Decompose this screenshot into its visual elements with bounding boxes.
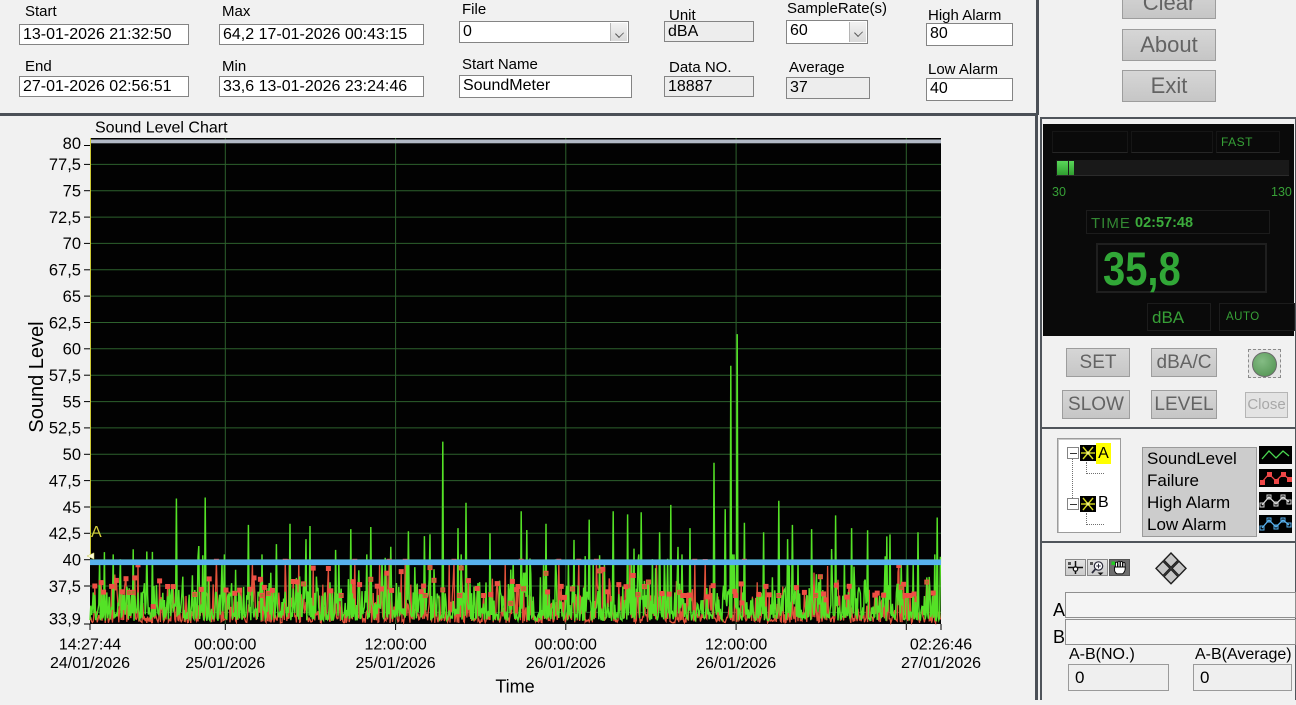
svg-text:26/01/2026: 26/01/2026 — [696, 655, 776, 672]
svg-text:50: 50 — [63, 446, 81, 464]
svg-text:24/01/2026: 24/01/2026 — [50, 655, 130, 672]
svg-text:27/01/2026: 27/01/2026 — [901, 655, 981, 672]
svg-text:02:26:46: 02:26:46 — [910, 637, 972, 654]
svg-text:25/01/2026: 25/01/2026 — [356, 655, 436, 672]
svg-text:62,5: 62,5 — [49, 314, 81, 332]
svg-text:75: 75 — [63, 183, 81, 201]
svg-text:65: 65 — [63, 288, 81, 306]
svg-text:60: 60 — [63, 341, 81, 359]
svg-text:26/01/2026: 26/01/2026 — [526, 655, 606, 672]
svg-text:42,5: 42,5 — [49, 525, 81, 543]
svg-text:00:00:00: 00:00:00 — [194, 637, 256, 654]
svg-text:70: 70 — [63, 235, 81, 253]
svg-text:72,5: 72,5 — [49, 209, 81, 227]
svg-text:00:00:00: 00:00:00 — [535, 637, 597, 654]
svg-text:55: 55 — [63, 393, 81, 411]
svg-text:37,5: 37,5 — [49, 578, 81, 596]
svg-text:52,5: 52,5 — [49, 420, 81, 438]
svg-text:67,5: 67,5 — [49, 262, 81, 280]
svg-text:25/01/2026: 25/01/2026 — [185, 655, 265, 672]
svg-text:12:00:00: 12:00:00 — [364, 637, 426, 654]
svg-text:Time: Time — [495, 677, 534, 697]
svg-text:Sound Level: Sound Level — [26, 321, 48, 432]
svg-text:40: 40 — [63, 552, 81, 570]
svg-text:Sound Level Chart: Sound Level Chart — [95, 120, 228, 137]
svg-text:A: A — [91, 524, 102, 541]
svg-text:80: 80 — [63, 135, 81, 153]
svg-text:47,5: 47,5 — [49, 472, 81, 490]
svg-text:45: 45 — [63, 499, 81, 517]
svg-text:57,5: 57,5 — [49, 367, 81, 385]
svg-text:77,5: 77,5 — [49, 156, 81, 174]
svg-text:12:00:00: 12:00:00 — [705, 637, 767, 654]
svg-text:14:27:44: 14:27:44 — [59, 637, 121, 654]
svg-text:33,9: 33,9 — [49, 610, 81, 628]
